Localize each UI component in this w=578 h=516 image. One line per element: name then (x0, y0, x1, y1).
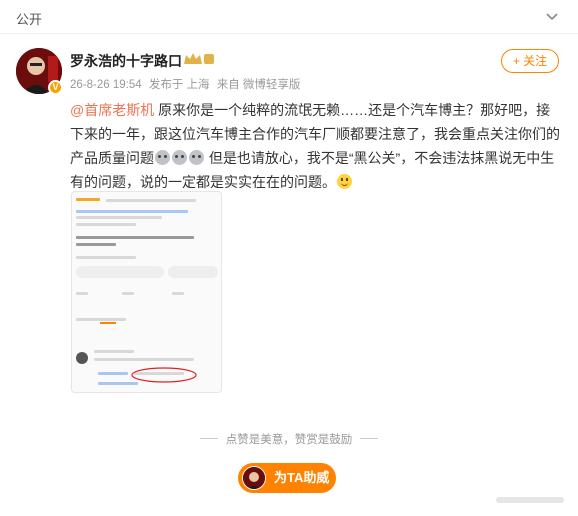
reward-divider: 点赞是美意，赞赏是鼓励 (200, 431, 378, 446)
divider-text: 点赞是美意，赞赏是鼓励 (225, 434, 353, 446)
mention-link[interactable]: @首席老斯机 (70, 102, 154, 118)
post-image-thumbnail[interactable] (71, 191, 222, 393)
skull-emoji-icon (189, 150, 204, 165)
post-location: 发布于 上海 (148, 79, 210, 91)
post-source: 来自 微博轻享版 (216, 79, 301, 91)
author-name[interactable]: 罗永浩的十字路口 (70, 51, 182, 71)
support-label: 为TA助威 (274, 470, 330, 485)
smile-emoji-icon (337, 174, 352, 189)
post-timestamp[interactable]: 26-8-26 19:54 (70, 79, 142, 91)
watermark-logo (496, 497, 564, 503)
post-meta: 26-8-26 19:54 发布于 上海 来自 微博轻享版 (70, 76, 304, 92)
visibility-label[interactable]: 公开 (16, 9, 42, 28)
verified-badge: V (48, 80, 63, 95)
support-avatar (242, 466, 266, 490)
post-content: @首席老斯机 原来你是一个纯粹的流氓无赖……还是个汽车博主？那好吧，接下来的一年… (70, 98, 560, 194)
follow-button[interactable]: + 关注 (501, 49, 559, 73)
chevron-down-icon[interactable] (544, 8, 560, 24)
crown-badge-icon (184, 53, 214, 64)
divider-line-right (360, 438, 378, 439)
skull-emoji-icon (172, 150, 187, 165)
top-bar: 公开 (0, 0, 578, 34)
skull-emoji-icon (155, 150, 170, 165)
support-button[interactable]: 为TA助威 (238, 463, 336, 493)
